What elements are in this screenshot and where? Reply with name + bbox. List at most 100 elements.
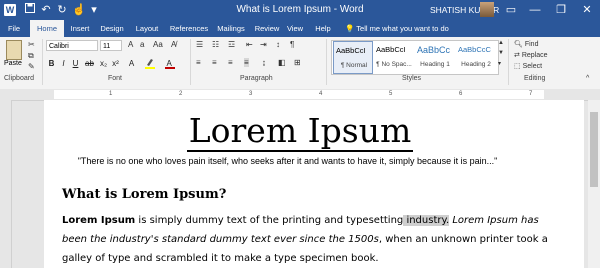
tab-references[interactable]: References [168,20,210,37]
restore-icon[interactable]: ❐ [550,0,572,20]
font-name-select[interactable]: Calibri [46,40,98,51]
font-color-icon[interactable]: A [164,58,175,69]
text-effects-icon[interactable]: A [126,58,137,69]
ruler-number: 3 [249,91,253,97]
style-name: Heading 1 [420,61,450,68]
select-icon: ⬚ [514,63,521,70]
document-heading[interactable]: What is Lorem Ipsum? [62,187,226,202]
editing-group-label: Editing [524,75,546,82]
separator [42,39,43,85]
title-bar: W ↶ ↻ ☝ ▾ What is Lorem Ipsum - Word SHA… [0,0,600,20]
sort-icon[interactable]: ↕ [276,40,280,49]
ruler-number: 2 [179,91,183,97]
subscript-button[interactable]: x₂ [98,58,109,69]
change-case-icon[interactable]: Aa [153,40,163,49]
font-size-select[interactable]: 11 [100,40,122,51]
document-title-text: Lorem Ipsum [186,111,414,152]
tab-view[interactable]: View [284,20,306,37]
superscript-button[interactable]: x² [110,58,121,69]
save-icon[interactable] [24,3,36,17]
select-label: Select [522,63,543,70]
avatar[interactable] [480,2,494,17]
justify-icon[interactable]: ≡ [244,58,249,67]
font-group-label: Font [108,75,123,82]
show-marks-icon[interactable]: ¶ [290,40,294,49]
replace-icon: ⇄ [514,52,520,59]
borders-icon[interactable]: ⊞ [294,58,301,67]
document-quote[interactable]: "There is no one who loves pain itself, … [0,156,575,166]
tab-insert[interactable]: Insert [66,20,94,37]
ruler-number: 5 [389,91,393,97]
style-normal[interactable]: AaBbCcI ¶ Normal [333,41,373,74]
styles-scroll-down-icon[interactable]: ▼ [498,50,504,56]
multilevel-list-icon[interactable]: ☲ [228,40,235,49]
clipboard-group-label: Clipboard [4,75,34,82]
tell-me-text: Tell me what you want to do [356,24,449,33]
shrink-font-icon[interactable]: a [140,40,144,49]
tab-home[interactable]: Home [30,20,64,37]
line-spacing-icon[interactable]: ↨ [262,58,266,67]
paste-button[interactable]: Paste [4,60,22,67]
replace-button[interactable]: ⇄ Replace [514,51,548,59]
paste-icon[interactable] [6,40,22,60]
styles-more-icon[interactable]: ▾ [498,60,501,67]
customize-toolbar-icon[interactable]: ▾ [88,3,100,17]
style-sample: AaBbCcI [336,46,366,55]
tab-help[interactable]: Help [312,20,334,37]
style-name: ¶ No Spac... [376,61,412,68]
style-no-spacing[interactable]: AaBbCcI ¶ No Spac... [374,41,414,74]
ribbon-display-options-icon[interactable]: ▭ [500,0,522,20]
minimize-icon[interactable]: — [524,0,546,20]
ruler-number: 7 [529,91,533,97]
ruler-track: 1 2 3 4 5 6 7 [54,90,544,99]
shading-icon[interactable]: ◧ [278,58,286,67]
numbering-icon[interactable]: ☷ [212,40,219,49]
cut-icon[interactable]: ✂ [28,40,35,49]
document-title[interactable]: Lorem Ipsum [0,109,600,153]
separator [508,39,509,85]
close-icon[interactable]: ✕ [576,0,598,20]
bullets-icon[interactable]: ☰ [196,40,203,49]
separator [326,39,327,85]
style-name: Heading 2 [461,61,491,68]
tell-me-box[interactable]: 💡 Tell me what you want to do [345,20,449,37]
style-heading-1[interactable]: AaBbCc Heading 1 [415,41,455,74]
ribbon-tabs: File Home Insert Design Layout Reference… [0,20,600,37]
underline-button[interactable]: U [70,58,81,69]
para-highlight: industry. [403,215,450,226]
align-left-icon[interactable]: ≡ [196,58,201,67]
align-right-icon[interactable]: ≡ [228,58,233,67]
bold-button[interactable]: B [46,58,57,69]
document-paragraph[interactable]: Lorem Ipsum is simply dummy text of the … [62,211,562,268]
highlight-icon[interactable] [144,58,155,69]
touch-mode-icon[interactable]: ☝ [72,3,86,17]
ruler-number: 6 [459,91,463,97]
styles-scroll-up-icon[interactable]: ▲ [498,40,504,46]
style-heading-2[interactable]: AaBbCcC Heading 2 [456,41,496,74]
style-sample: AaBbCcC [458,45,491,54]
format-painter-icon[interactable]: ✎ [28,62,35,71]
decrease-indent-icon[interactable]: ⇤ [246,40,253,49]
select-button[interactable]: ⬚ Select [514,62,542,70]
italic-button[interactable]: I [58,58,69,69]
increase-indent-icon[interactable]: ⇥ [260,40,267,49]
grow-font-icon[interactable]: A [128,40,133,49]
collapse-ribbon-icon[interactable]: ^ [586,75,589,82]
undo-icon[interactable]: ↶ [40,3,52,17]
strikethrough-button[interactable]: ab [84,58,95,69]
find-button[interactable]: 🔍︎ Find [514,40,538,48]
para-text: is simply dummy text of the printing and… [135,215,404,226]
tab-layout[interactable]: Layout [132,20,162,37]
clear-formatting-icon[interactable]: A̸ [171,40,176,49]
ruler-number: 4 [319,91,323,97]
align-center-icon[interactable]: ≡ [212,58,217,67]
separator [190,39,191,85]
tab-mailings[interactable]: Mailings [214,20,248,37]
copy-icon[interactable]: ⧉ [28,51,34,61]
redo-icon[interactable]: ↻ [56,3,68,17]
tab-file[interactable]: File [2,20,26,37]
find-icon: 🔍︎ [514,41,523,48]
style-sample: AaBbCcI [376,45,406,54]
tab-design[interactable]: Design [98,20,126,37]
tab-review[interactable]: Review [253,20,281,37]
